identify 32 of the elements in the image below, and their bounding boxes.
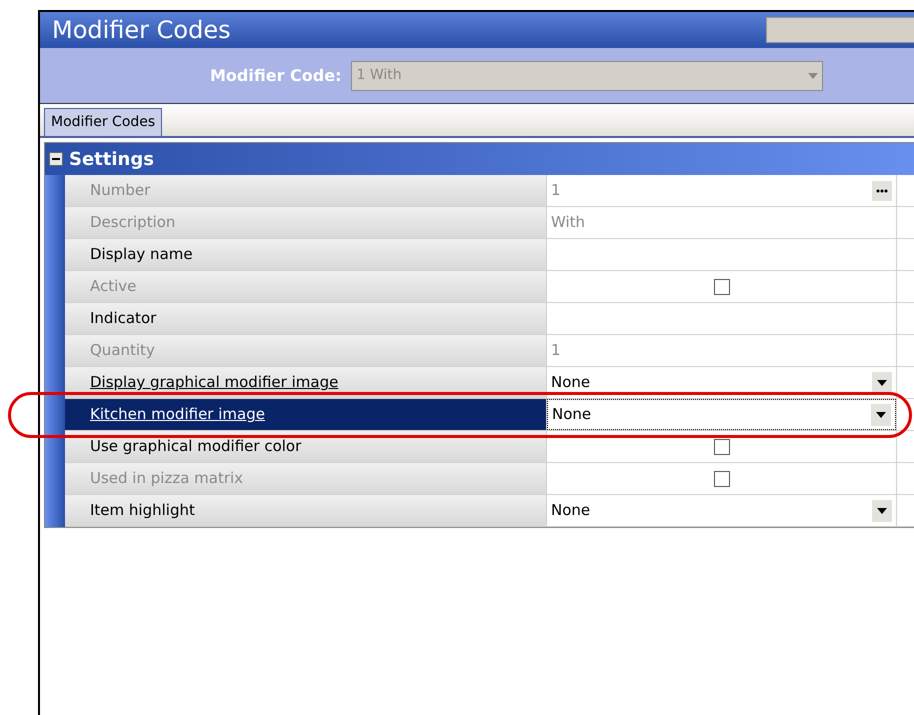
caret-icon [808, 72, 818, 78]
property-label: Active [90, 276, 136, 298]
value-text: 1 [551, 340, 561, 362]
dropdown-field[interactable]: None [547, 367, 896, 398]
value-text: 1 [551, 180, 561, 202]
dropdown-field[interactable]: None [547, 399, 896, 430]
selector-label: Modifier Code: [210, 64, 342, 86]
property-label: Indicator [90, 308, 156, 330]
caret-icon [877, 508, 887, 514]
property-label: Kitchen modifier image [90, 404, 265, 426]
collapse-button[interactable] [49, 152, 63, 166]
section-title: Settings [69, 148, 154, 172]
property-label: Used in pizza matrix [90, 468, 244, 490]
caret-icon [876, 412, 886, 418]
dropdown-arrow-button[interactable] [872, 500, 892, 522]
value-text: With [551, 212, 586, 234]
checkbox[interactable] [714, 438, 730, 454]
property-label: Use graphical modifier color [90, 436, 302, 458]
minus-icon [52, 155, 60, 163]
dropdown-arrow-button[interactable] [871, 404, 891, 426]
caret-icon [877, 380, 887, 386]
dropdown-field[interactable]: None [547, 495, 896, 526]
property-label: Display name [90, 244, 193, 266]
property-label: Quantity [90, 340, 155, 362]
property-label: Number [90, 180, 150, 202]
property-label: Display graphical modifier image [90, 372, 338, 394]
window-title: Modifier Codes [52, 15, 231, 46]
ellipsis-icon [876, 188, 888, 192]
property-label: Description [90, 212, 176, 234]
property-label: Item highlight [90, 500, 195, 522]
dropdown-arrow-button[interactable] [872, 372, 892, 394]
tab[interactable]: Modifier Codes [44, 108, 162, 136]
